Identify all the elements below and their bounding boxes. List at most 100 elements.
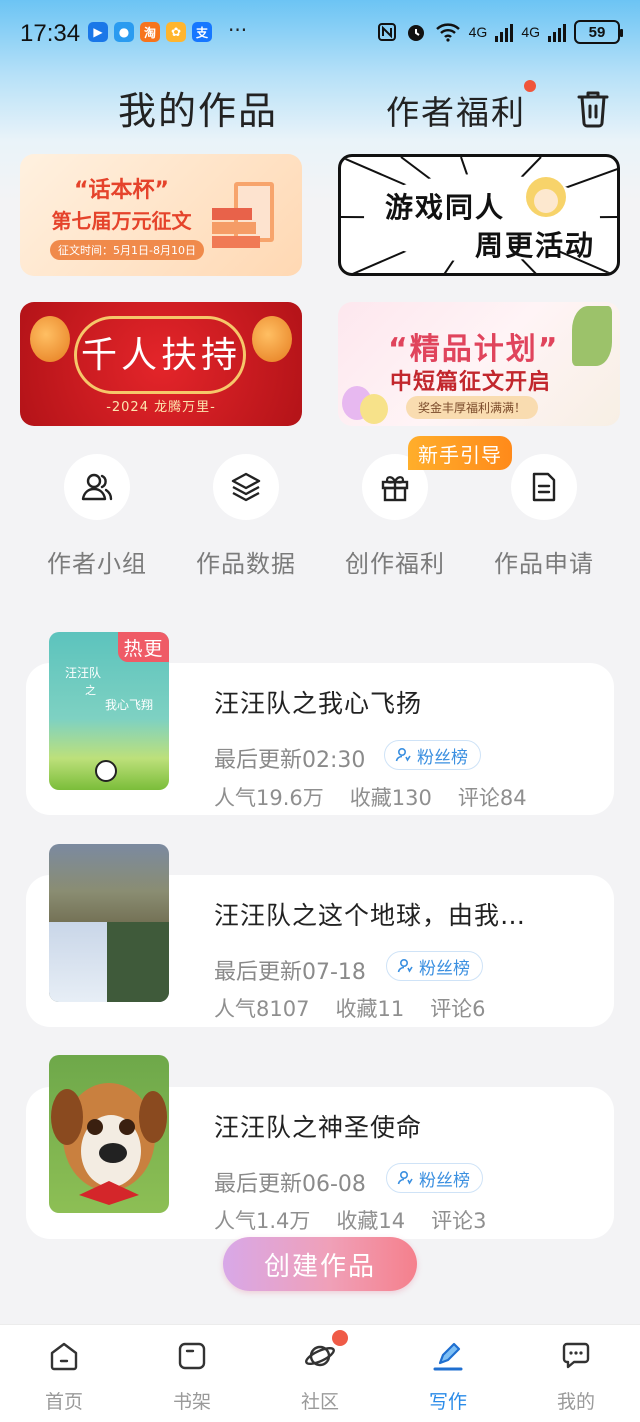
author-welfare-tab[interactable]: 作者福利 (386, 86, 526, 134)
work-last-update: 最后更新02:30 (214, 748, 366, 773)
books-illustration-icon (212, 182, 274, 248)
work-favorites: 收藏130 (349, 786, 432, 810)
pen-icon (433, 1342, 463, 1371)
signal-icon (495, 22, 514, 42)
nav-label: 书架 (172, 1391, 211, 1413)
network-type-2: 4G (521, 24, 540, 40)
notification-dot (524, 80, 536, 92)
work-popularity: 人气8107 (214, 997, 310, 1021)
user-icon (397, 1170, 413, 1185)
user-icon (397, 958, 413, 973)
fan-ranking-label: 粉丝榜 (419, 958, 470, 979)
status-time: 17:34 (20, 20, 81, 47)
action-author-group[interactable]: 作者小组 (27, 454, 167, 579)
game-fanfic-banner[interactable]: 游戏同人 周更活动 (338, 154, 620, 276)
alipay-icon: 支 (192, 22, 212, 42)
action-work-data[interactable]: 作品数据 (176, 454, 316, 579)
fan-ranking-button[interactable]: 粉丝榜 (384, 740, 481, 770)
polar-bear-illustration-icon (49, 922, 107, 1002)
user-icon (395, 747, 411, 762)
nav-label: 我的 (556, 1391, 595, 1413)
work-popularity: 人气19.6万 (214, 786, 324, 810)
chat-bubble-icon (562, 1342, 590, 1369)
work-cover[interactable] (49, 1055, 169, 1213)
beginner-guide-badge[interactable]: 新手引导 (408, 436, 512, 470)
banner-title: 千人扶持 (80, 335, 241, 376)
network-type-1: 4G (468, 24, 488, 40)
balloon-icon (360, 394, 388, 424)
banner-title: “话本杯” (74, 178, 169, 203)
action-label: 作品申请 (494, 550, 594, 578)
nfc-icon (377, 23, 396, 41)
layers-icon (231, 472, 261, 502)
status-bar: 17:34 ▶ ● 淘 ✿ 支 ··· 4G 4G 59 (0, 0, 640, 68)
notification-dot (332, 1330, 348, 1346)
banner-subtitle: 中短篇征文开启 (390, 370, 552, 395)
work-stats: 人气1.4万 收藏14 评论3 (214, 1205, 487, 1235)
work-comments: 评论3 (431, 1209, 487, 1233)
action-label: 创作福利 (345, 550, 445, 578)
nav-write[interactable]: 写作 (408, 1339, 488, 1414)
work-stats: 人气19.6万 收藏130 评论84 (214, 782, 527, 812)
support-program-banner[interactable]: 千人扶持 -2024 龙腾万里- (20, 302, 302, 426)
work-title[interactable]: 汪汪队之神圣使命 (214, 1108, 422, 1144)
message-app-icon: ● (114, 22, 134, 42)
animal-illustration-icon (107, 922, 169, 1002)
banner-subtitle: -2024 龙腾万里- (106, 400, 216, 415)
planet-icon (305, 1345, 335, 1367)
fan-ranking-label: 粉丝榜 (419, 1170, 470, 1191)
banner-subtitle: 第七届万元征文 (51, 209, 192, 233)
nav-label: 写作 (428, 1391, 467, 1413)
create-work-button[interactable]: 创建作品 (223, 1237, 417, 1291)
nav-community[interactable]: 社区 (280, 1339, 360, 1414)
home-icon (50, 1342, 78, 1371)
action-label: 作者小组 (47, 550, 147, 578)
fan-ranking-button[interactable]: 粉丝榜 (386, 1163, 483, 1193)
work-favorites: 收藏11 (335, 997, 405, 1021)
work-stats: 人气8107 收藏11 评论6 (214, 993, 486, 1023)
hot-update-tag: 热更 (118, 632, 169, 662)
bottom-nav: 首页 书架 社区 写作 我的 (0, 1324, 640, 1422)
alarm-icon (407, 25, 424, 41)
work-popularity: 人气1.4万 (214, 1209, 311, 1233)
puppy-illustration-icon (51, 1083, 167, 1205)
users-icon (81, 473, 113, 501)
work-cover[interactable] (49, 844, 169, 1002)
work-comments: 评论84 (457, 786, 527, 810)
banner-date: 征文时间：5月1日-8月10日 (50, 240, 204, 260)
fan-ranking-label: 粉丝榜 (417, 747, 468, 768)
essay-contest-banner[interactable]: “话本杯” 第七届万元征文 征文时间：5月1日-8月10日 (20, 154, 302, 276)
work-last-update: 最后更新07-18 (214, 960, 366, 985)
nav-home[interactable]: 首页 (24, 1339, 104, 1414)
work-favorites: 收藏14 (336, 1209, 406, 1233)
nav-label: 社区 (300, 1391, 339, 1413)
battery-indicator: 59 (574, 20, 623, 44)
status-app-icons: ▶ ● 淘 ✿ 支 (88, 22, 212, 42)
banner-subtitle: 周更活动 (475, 229, 596, 262)
nav-me[interactable]: 我的 (536, 1339, 616, 1414)
trash-icon[interactable] (574, 88, 612, 128)
document-icon (532, 472, 556, 502)
wifi-icon (435, 23, 460, 42)
bilibili-like-app-icon: ▶ (88, 22, 108, 42)
banner-tag: 奖金丰厚福利满满！ (406, 396, 539, 419)
banner-title: “精品计划” (388, 332, 560, 367)
status-more-icon: ··· (228, 18, 248, 42)
signal-icon (548, 22, 566, 42)
action-creation-welfare[interactable]: 创作福利 (325, 454, 465, 579)
dog-illustration-icon (95, 760, 117, 782)
work-title[interactable]: 汪汪队之这个地球，由我… (214, 896, 526, 932)
work-title[interactable]: 汪汪队之我心飞扬 (214, 684, 422, 720)
status-right: 4G 4G 59 (377, 20, 623, 44)
page-title[interactable]: 我的作品 (118, 80, 278, 135)
leaf-icon (572, 306, 612, 366)
fan-ranking-button[interactable]: 粉丝榜 (386, 951, 483, 981)
quality-plan-banner[interactable]: “精品计划” 中短篇征文开启 奖金丰厚福利满满！ (338, 302, 620, 426)
work-comments: 评论6 (430, 997, 486, 1021)
nav-bookshelf[interactable]: 书架 (152, 1339, 232, 1414)
gift-icon (381, 476, 409, 502)
banner-title: 游戏同人 (385, 191, 506, 224)
work-last-update: 最后更新06-08 (214, 1172, 366, 1197)
action-work-application[interactable]: 作品申请 (474, 454, 614, 579)
shopping-app-icon: ✿ (166, 22, 186, 42)
